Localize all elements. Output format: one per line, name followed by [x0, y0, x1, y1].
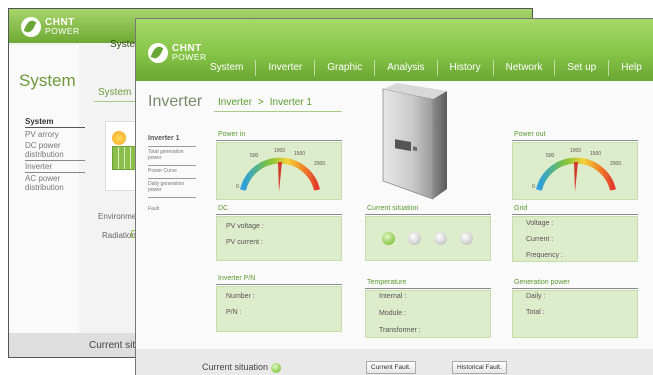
tab-network[interactable]: Network [494, 60, 556, 76]
power-in-tick-2000: 2000 [314, 161, 326, 167]
pv-current-label: PV current : [226, 239, 263, 246]
power-in-rule [216, 140, 342, 141]
grid-rule [512, 214, 638, 215]
power-out-rule [512, 140, 638, 141]
power-in-tick-1500: 1500 [294, 151, 306, 157]
back-breadcrumb: System [98, 87, 132, 98]
power-in-tick-0: 0 [236, 184, 239, 190]
power-in-tick-1000: 1000 [274, 148, 286, 154]
inverter-number-label: Number : [226, 293, 255, 300]
breadcrumb-rule [214, 111, 342, 112]
current-situation-rule [365, 214, 491, 215]
power-in-tick-500: 500 [250, 153, 259, 159]
back-sidebar-item-ac[interactable]: AC power distribution [25, 173, 85, 193]
inverter-pn-field-label: P/N : [226, 309, 242, 316]
sidebar-nav: Inverter 1 Total generation power Power … [148, 134, 196, 216]
back-sidebar-item-dc[interactable]: DC power distribution [25, 140, 85, 161]
current-fault-button[interactable]: Current Fault. [366, 361, 416, 374]
sidebar-item-inverter-1[interactable]: Inverter 1 [148, 134, 196, 147]
inverter-window: CHNT POWER System Inverter Graphic Analy… [135, 18, 653, 375]
power-out-needle [574, 162, 578, 192]
tab-inverter[interactable]: Inverter [256, 60, 316, 76]
historical-fault-button[interactable]: Historical Fault. [452, 361, 507, 374]
breadcrumb: Inverter > Inverter 1 [218, 97, 312, 108]
status-led-4 [460, 232, 473, 245]
power-in-needle [278, 162, 282, 192]
tab-graphic[interactable]: Graphic [315, 60, 376, 76]
temp-module-label: Module : [379, 310, 406, 317]
pv-voltage-label: PV voltage : [226, 223, 264, 230]
power-out-label: Power out [514, 131, 546, 138]
generation-daily-label: Daily : [526, 293, 546, 300]
back-sidebar-nav: System PV arrory DC power distribution I… [25, 116, 85, 193]
generation-power-rule [512, 288, 638, 289]
back-page-title: System [19, 71, 76, 90]
dc-rule [216, 214, 342, 215]
sun-icon [112, 131, 126, 145]
power-out-tick-500: 500 [546, 153, 555, 159]
temp-internal-label: Internal : [379, 293, 407, 300]
page-title: Inverter [148, 93, 203, 110]
temperature-label: Temperature [367, 279, 407, 286]
tab-help[interactable]: Help [609, 60, 653, 76]
breadcrumb-inverter-1: Inverter 1 [269, 97, 312, 108]
back-logo: CHNT POWER [21, 17, 80, 37]
sidebar-item-power-curve[interactable]: Power Curve [148, 166, 196, 179]
sidebar-item-daily-generation[interactable]: Daily generation power [148, 179, 196, 198]
logo-line2: POWER [45, 26, 80, 36]
inverter-pn-rule [216, 284, 342, 285]
tab-system[interactable]: System [198, 60, 257, 76]
power-out-tick-0: 0 [532, 184, 535, 190]
footer-status-label: Current situation [202, 362, 269, 372]
inverter-device-illustration [382, 83, 447, 200]
inverter-pn-label: Inverter P/N [218, 275, 256, 282]
sidebar-item-fault[interactable]: Fault [148, 204, 196, 216]
temperature-rule [365, 288, 491, 289]
status-led-running [382, 232, 395, 245]
grid-frequency-label: Frequency : [526, 252, 563, 259]
main-nav: System Inverter Graphic Analysis History… [198, 60, 653, 76]
breadcrumb-separator: > [257, 97, 264, 108]
back-footer-status: Current situ [89, 340, 141, 351]
status-led-3 [434, 232, 447, 245]
back-sidebar-item-system[interactable]: System [25, 116, 85, 128]
power-in-label: Power in [218, 131, 246, 138]
grid-voltage-label: Voltage : [526, 220, 554, 227]
generation-power-label: Generation power [514, 279, 570, 286]
temp-transformer-label: Transformer : [379, 327, 421, 334]
power-out-tick-1500: 1500 [590, 151, 602, 157]
power-out-tick-2000: 2000 [610, 161, 622, 167]
footer-status-led [271, 363, 281, 373]
power-in-gauge: 0 500 1000 1500 2000 [216, 142, 342, 200]
inverter-device-image [371, 81, 461, 201]
status-led-2 [408, 232, 421, 245]
grid-label: Grid [514, 205, 528, 212]
tab-setup[interactable]: Set up [555, 60, 610, 76]
current-situation-label: Current situation [367, 205, 419, 212]
back-sidebar-item-inverter[interactable]: Inverter [25, 161, 85, 173]
grid-current-label: Current : [526, 236, 554, 243]
power-out-tick-1000: 1000 [570, 148, 582, 154]
tab-history[interactable]: History [438, 60, 494, 76]
tab-analysis[interactable]: Analysis [375, 60, 438, 76]
generation-total-label: Total : [526, 309, 545, 316]
breadcrumb-inverter[interactable]: Inverter [218, 97, 252, 108]
sidebar-item-total-generation[interactable]: Total generation power [148, 147, 196, 166]
power-out-gauge: 0 500 1000 1500 2000 [512, 142, 638, 200]
leaf-logo-icon [21, 17, 41, 37]
back-sidebar-item-pv[interactable]: PV arrory [25, 129, 85, 140]
leaf-logo-icon [148, 43, 168, 63]
dc-label: DC [218, 205, 229, 212]
